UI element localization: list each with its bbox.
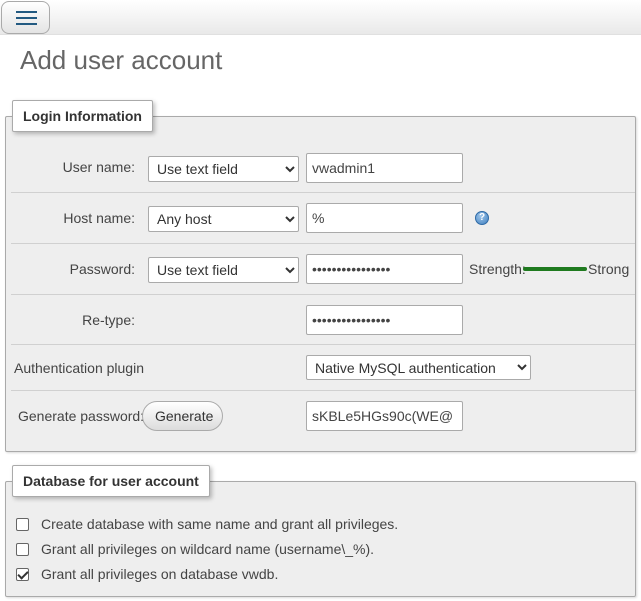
password-input[interactable] <box>306 254 463 284</box>
help-icon[interactable]: ? <box>475 211 489 225</box>
database-fieldset: Database for user account Create databas… <box>5 465 636 597</box>
generated-password-input[interactable] <box>306 401 463 431</box>
create-database-label: Create database with same name and grant… <box>41 516 399 532</box>
login-information-legend: Login Information <box>12 100 153 132</box>
password-label: Password: <box>69 261 135 277</box>
retype-label: Re-type: <box>82 312 135 328</box>
top-bar <box>0 0 641 35</box>
database-privileges-checkbox[interactable] <box>16 568 29 581</box>
generate-password-label: Generate password: <box>18 408 145 424</box>
auth-plugin-select[interactable]: Native MySQL authentication <box>306 355 531 380</box>
generate-password-row: Generate password: Generate <box>11 391 635 447</box>
hostname-mode-select[interactable]: Any host <box>148 206 299 232</box>
hostname-row: Host name: Any host ? <box>11 193 635 244</box>
hamburger-menu-button[interactable] <box>1 1 50 34</box>
username-mode-select[interactable]: Use text field <box>148 156 299 182</box>
page-title: Add user account <box>20 45 223 75</box>
username-row: User name: Use text field <box>11 143 635 193</box>
generate-button[interactable]: Generate <box>142 401 223 431</box>
hostname-input[interactable] <box>306 203 463 233</box>
strength-meter <box>523 267 587 271</box>
wildcard-privileges-checkbox[interactable] <box>16 543 29 556</box>
username-label: User name: <box>62 159 135 175</box>
auth-plugin-row: Authentication plugin Native MySQL authe… <box>11 345 635 391</box>
database-legend: Database for user account <box>12 465 210 497</box>
auth-plugin-label: Authentication plugin <box>14 360 144 376</box>
strength-value: Strong <box>588 261 630 277</box>
wildcard-privileges-label: Grant all privileges on wildcard name (u… <box>41 541 375 557</box>
database-privileges-label: Grant all privileges on database vwdb. <box>41 566 279 582</box>
login-information-fieldset: Login Information User name: Use text fi… <box>5 100 636 452</box>
retype-row: Re-type: <box>11 295 635 345</box>
password-row: Password: Use text field Strength: Stron… <box>11 244 635 295</box>
password-mode-select[interactable]: Use text field <box>148 257 299 283</box>
hostname-label: Host name: <box>63 210 135 226</box>
create-database-checkbox[interactable] <box>16 518 29 531</box>
username-input[interactable] <box>306 153 463 183</box>
retype-input[interactable] <box>306 305 463 335</box>
strength-label: Strength: <box>469 261 526 277</box>
